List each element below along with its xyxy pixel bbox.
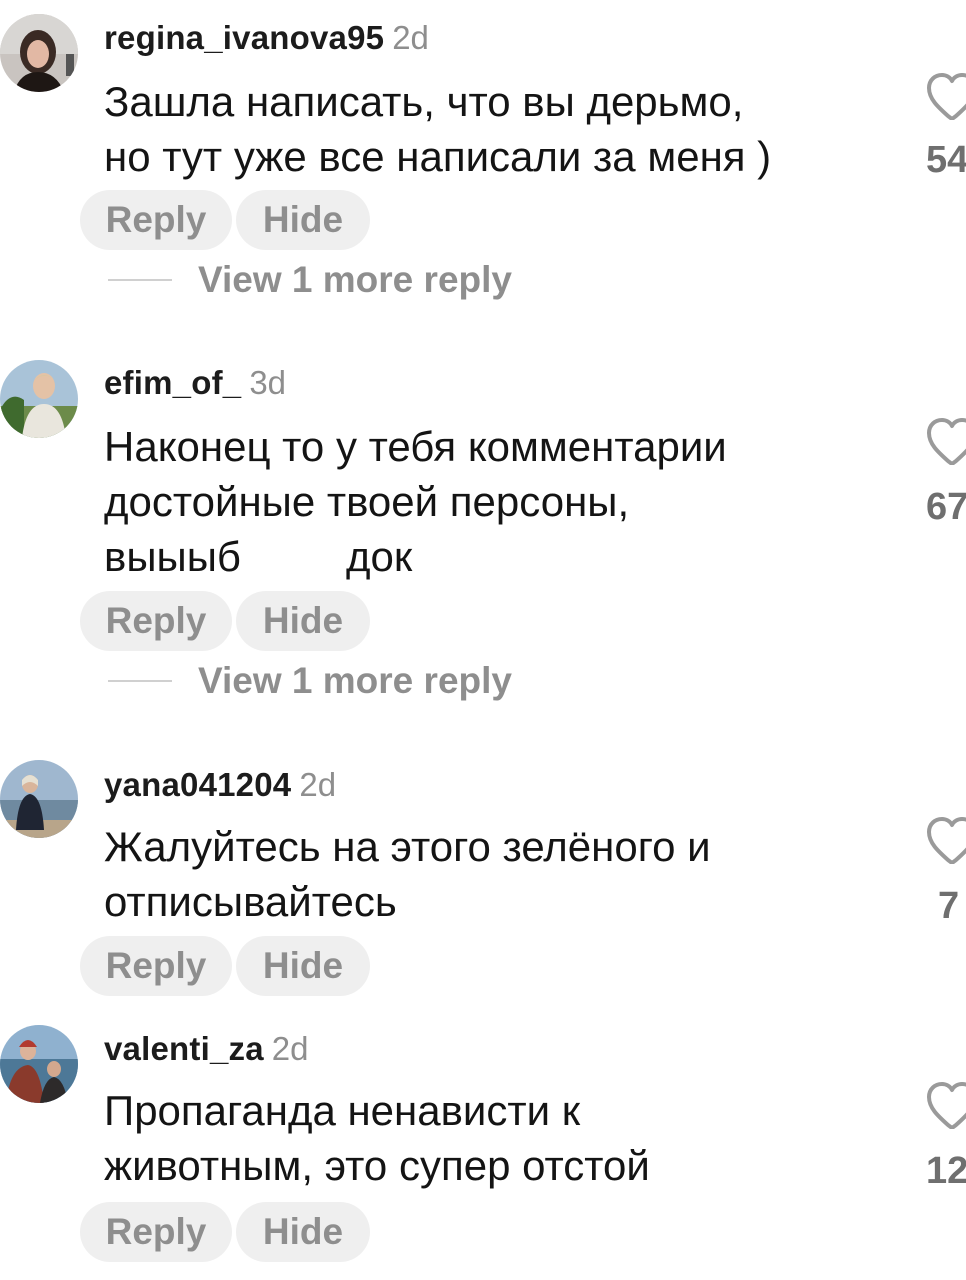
like-button[interactable] bbox=[926, 816, 966, 864]
like-button[interactable] bbox=[926, 72, 966, 120]
like-count: 12 bbox=[926, 1150, 966, 1192]
view-replies-label: View 1 more reply bbox=[198, 259, 512, 300]
comment-item: efim_of_ 3d Наконец то у тебя комментарии… bbox=[0, 345, 966, 725]
view-replies-button[interactable]: View 1 more reply bbox=[108, 659, 548, 703]
username[interactable]: efim_of_ bbox=[104, 364, 241, 401]
like-count: 54 bbox=[926, 139, 966, 181]
reply-button[interactable]: Reply bbox=[80, 591, 232, 651]
comment-item: regina_ivanova95 2d Зашла написать, что в… bbox=[0, 0, 966, 320]
comments-page: regina_ivanova95 2d Зашла написать, что в… bbox=[0, 0, 966, 1280]
comment-meta: yana041204 2d bbox=[104, 765, 336, 805]
like-button[interactable] bbox=[926, 1081, 966, 1129]
heart-outline-icon bbox=[927, 73, 966, 120]
divider bbox=[108, 680, 172, 682]
username[interactable]: regina_ivanova95 bbox=[104, 19, 384, 56]
heart-outline-icon bbox=[927, 817, 966, 864]
timestamp: 2d bbox=[392, 19, 429, 56]
heart-outline-icon bbox=[927, 1082, 966, 1129]
comment-text: Наконец то у тебя комментарии достойные … bbox=[104, 423, 727, 580]
comment-meta: efim_of_ 3d bbox=[104, 363, 286, 403]
hide-button[interactable]: Hide bbox=[236, 591, 370, 651]
avatar[interactable] bbox=[0, 760, 78, 838]
like-count: 7 bbox=[938, 885, 960, 927]
heart-outline-icon bbox=[927, 418, 966, 465]
avatar[interactable] bbox=[0, 1025, 78, 1103]
comment-item: valenti_za 2d Пропаганда ненависти к живо… bbox=[0, 1013, 966, 1280]
comment-text: Пропаганда ненависти к животным, это суп… bbox=[104, 1087, 650, 1189]
comment-text: Жалуйтесь на этого зелёного и отписывайт… bbox=[104, 823, 711, 925]
comment-text: Зашла написать, что вы дерьмо, но тут уж… bbox=[104, 78, 772, 180]
divider bbox=[108, 279, 172, 281]
comment-meta: regina_ivanova95 2d bbox=[104, 18, 429, 58]
view-replies-label: View 1 more reply bbox=[198, 660, 512, 701]
comment-meta: valenti_za 2d bbox=[104, 1029, 308, 1069]
reply-button[interactable]: Reply bbox=[80, 936, 232, 996]
comment-item: yana041204 2d Жалуйтесь на этого зелёного… bbox=[0, 748, 966, 1008]
reply-button[interactable]: Reply bbox=[80, 190, 232, 250]
timestamp: 3d bbox=[249, 364, 287, 401]
timestamp: 2d bbox=[271, 1030, 309, 1067]
hide-button[interactable]: Hide bbox=[236, 936, 370, 996]
hide-button[interactable]: Hide bbox=[236, 190, 370, 250]
avatar[interactable] bbox=[0, 14, 78, 92]
timestamp: 2d bbox=[299, 766, 337, 803]
username[interactable]: valenti_za bbox=[104, 1030, 264, 1067]
avatar[interactable] bbox=[0, 360, 78, 438]
like-button[interactable] bbox=[926, 417, 966, 465]
like-count: 67 bbox=[926, 486, 966, 528]
username[interactable]: yana041204 bbox=[104, 766, 291, 803]
reply-button[interactable]: Reply bbox=[80, 1202, 232, 1262]
view-replies-button[interactable]: View 1 more reply bbox=[108, 258, 548, 302]
hide-button[interactable]: Hide bbox=[236, 1202, 370, 1262]
